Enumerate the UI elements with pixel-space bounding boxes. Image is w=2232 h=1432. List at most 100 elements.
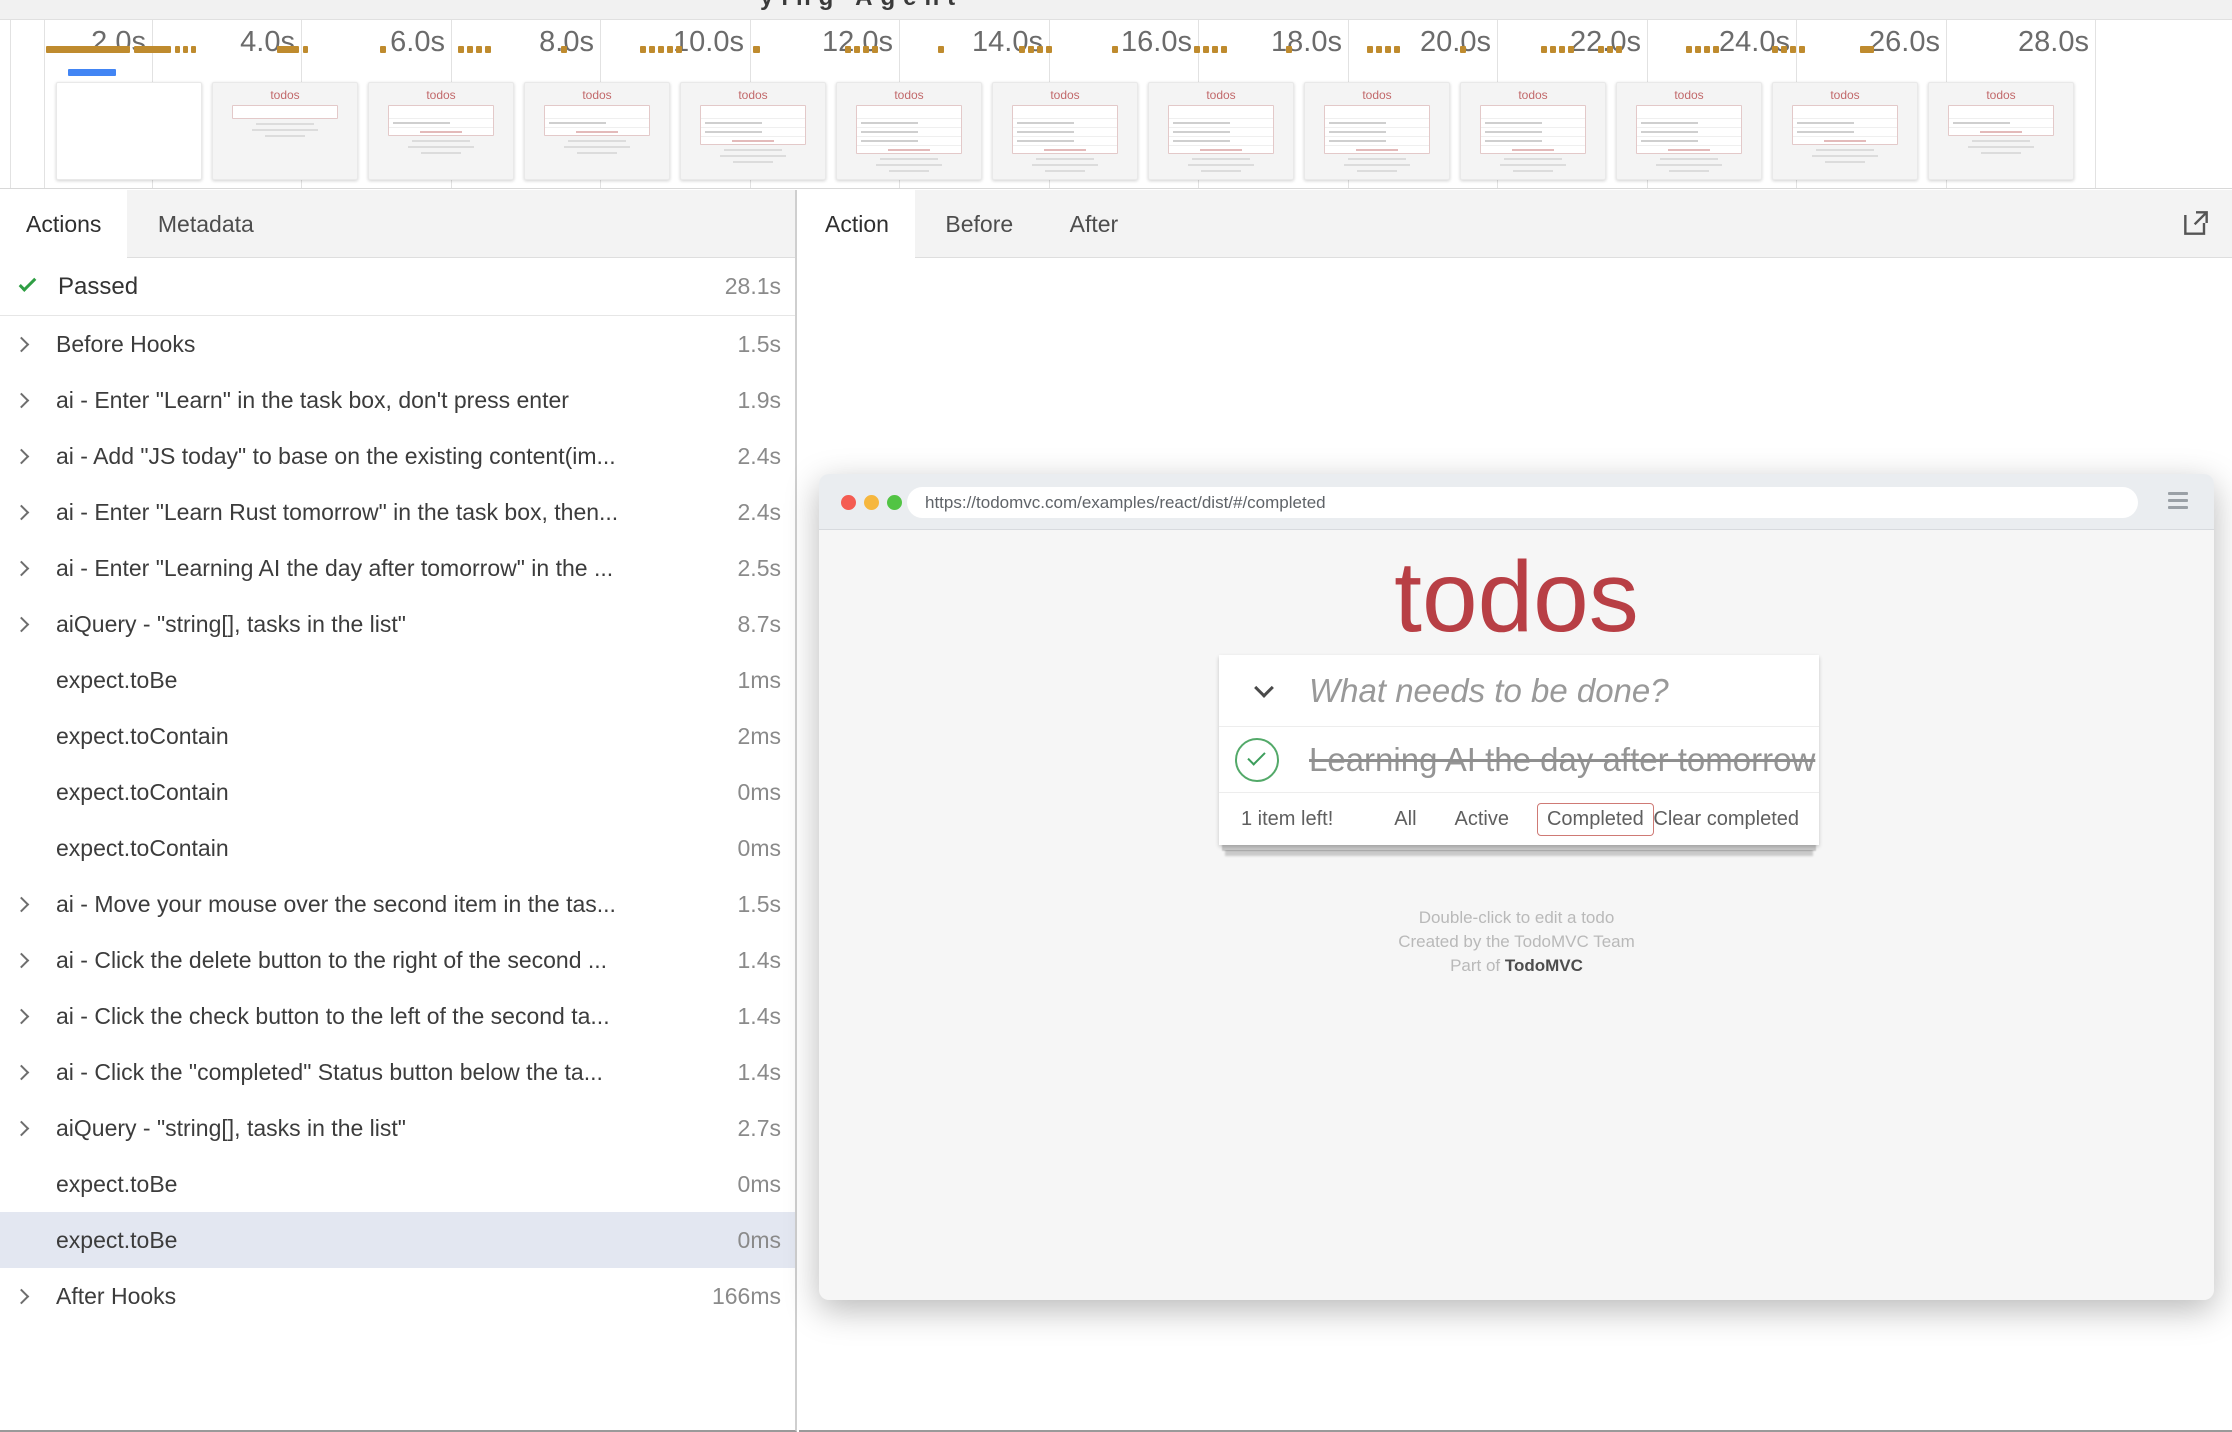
tab-actions[interactable]: Actions (0, 190, 127, 258)
thumbnail-input-box (1169, 106, 1274, 118)
tab-action[interactable]: Action (799, 190, 915, 258)
thumbnail-app-card (1636, 105, 1743, 154)
action-time-mark (753, 46, 760, 53)
todo-item-text[interactable]: Learning AI the day after tomorrow (1309, 741, 1815, 779)
snapshot-panel: Action Before After https://todomvc.com/… (799, 190, 2232, 1432)
action-duration: 8.7s (738, 611, 781, 638)
thumbnail-app-card (1792, 105, 1899, 145)
thumbnail-todos-title: todos (369, 88, 513, 102)
action-list-item[interactable]: ai - Add "JS today" to base on the exist… (0, 428, 795, 484)
filmstrip-thumbnail[interactable]: todos (368, 82, 514, 180)
action-time-mark (1616, 46, 1622, 53)
action-list-item[interactable]: aiQuery - "string[], tasks in the list"8… (0, 596, 795, 652)
action-list-item[interactable]: expect.toBe0ms (0, 1212, 795, 1268)
chevron-right-icon[interactable] (14, 952, 30, 968)
filmstrip-thumbnail[interactable]: todos (1148, 82, 1294, 180)
filmstrip-thumbnail[interactable]: todos (1304, 82, 1450, 180)
action-list-item[interactable]: ai - Click the check button to the left … (0, 988, 795, 1044)
filmstrip-thumbnail[interactable]: todos (992, 82, 1138, 180)
tab-metadata[interactable]: Metadata (132, 190, 280, 258)
action-list-item[interactable]: expect.toContain2ms (0, 708, 795, 764)
action-duration: 0ms (738, 1171, 781, 1198)
filmstrip-thumbnail[interactable]: todos (1928, 82, 2074, 180)
action-time-mark (658, 46, 664, 53)
action-list-item[interactable]: expect.toContain0ms (0, 764, 795, 820)
filmstrip-thumbnail[interactable]: todos (836, 82, 982, 180)
action-list-item[interactable]: ai - Move your mouse over the second ite… (0, 876, 795, 932)
filmstrip-thumbnail[interactable]: todos (524, 82, 670, 180)
new-todo-input[interactable]: What needs to be done? (1309, 672, 1819, 710)
chevron-right-icon[interactable] (14, 448, 30, 464)
chevron-right-icon[interactable] (14, 336, 30, 352)
filter-all[interactable]: All (1384, 803, 1426, 836)
action-list-item[interactable]: ai - Enter "Learn" in the task box, don'… (0, 372, 795, 428)
thumbnail-todos-title: todos (1305, 88, 1449, 102)
address-bar[interactable]: https://todomvc.com/examples/react/dist/… (907, 487, 2138, 518)
thumbnail-credit-line (1972, 140, 2030, 142)
thumbnail-credit-line (252, 129, 318, 131)
thumbnail-todos-title: todos (525, 88, 669, 102)
chevron-slot (16, 955, 56, 966)
action-time-mark (938, 46, 944, 53)
thumbnail-todos-title: todos (1929, 88, 2073, 102)
chevron-right-icon[interactable] (14, 504, 30, 520)
action-duration: 1.4s (738, 947, 781, 974)
chevron-right-icon[interactable] (14, 1288, 30, 1304)
filmstrip-thumbnail[interactable] (56, 82, 202, 180)
browser-menu-icon[interactable] (2168, 492, 2188, 513)
action-list-item[interactable]: aiQuery - "string[], tasks in the list"2… (0, 1100, 795, 1156)
chevron-right-icon[interactable] (14, 1064, 30, 1080)
action-time-mark (1212, 46, 1218, 53)
action-list-item[interactable]: ai - Click the "completed" Status button… (0, 1044, 795, 1100)
chevron-right-icon[interactable] (14, 616, 30, 632)
thumbnail-credit-line (876, 164, 942, 166)
todo-checked-icon[interactable] (1235, 738, 1279, 782)
action-list-item[interactable]: expect.toBe1ms (0, 652, 795, 708)
action-time-mark (1221, 46, 1227, 53)
thumbnail-credit-line (1504, 158, 1562, 160)
clear-completed-button[interactable]: Clear completed (1653, 808, 1799, 831)
action-list-item[interactable]: ai - Enter "Learn Rust tomorrow" in the … (0, 484, 795, 540)
action-label: ai - Enter "Learn Rust tomorrow" in the … (56, 499, 738, 526)
chevron-right-icon[interactable] (14, 560, 30, 576)
action-list-item[interactable]: ai - Enter "Learning AI the day after to… (0, 540, 795, 596)
snapshot-browser-window: https://todomvc.com/examples/react/dist/… (819, 474, 2214, 1300)
trace-timeline[interactable]: 2.0s4.0s6.0s8.0s10.0s12.0s14.0s16.0s18.0… (0, 20, 2232, 189)
open-external-icon[interactable] (2180, 207, 2212, 239)
thumbnail-credit-line (1192, 158, 1250, 160)
action-label: aiQuery - "string[], tasks in the list" (56, 611, 738, 638)
action-label: expect.toContain (56, 779, 738, 806)
filter-completed[interactable]: Completed (1537, 803, 1654, 836)
filmstrip-thumbnail[interactable]: todos (680, 82, 826, 180)
action-list-item[interactable]: Before Hooks1.5s (0, 316, 795, 372)
chevron-right-icon[interactable] (14, 392, 30, 408)
thumbnail-credit-line (564, 146, 630, 148)
action-time-mark (1112, 46, 1118, 53)
tab-before[interactable]: Before (919, 190, 1039, 258)
thumbnail-credit-line (1201, 170, 1241, 172)
filter-active[interactable]: Active (1445, 803, 1519, 836)
chevron-right-icon[interactable] (14, 1008, 30, 1024)
chevron-right-icon[interactable] (14, 1120, 30, 1136)
thumbnail-todos-title: todos (1617, 88, 1761, 102)
chevron-right-icon[interactable] (14, 896, 30, 912)
filmstrip-thumbnail[interactable]: todos (1772, 82, 1918, 180)
thumbnail-input-box (1949, 106, 2054, 118)
action-list-item[interactable]: expect.toContain0ms (0, 820, 795, 876)
thumbnail-app-card (388, 105, 495, 136)
toggle-all-chevron-icon[interactable] (1219, 687, 1309, 695)
action-time-mark (467, 46, 473, 53)
filmstrip-thumbnail[interactable]: todos (1460, 82, 1606, 180)
action-list-item[interactable]: ai - Click the delete button to the righ… (0, 932, 795, 988)
filmstrip-thumbnail[interactable]: todos (212, 82, 358, 180)
thumbnail-credit-line (1660, 158, 1718, 160)
filmstrip-thumbnail[interactable]: todos (1616, 82, 1762, 180)
thumbnail-todo-row (1637, 118, 1742, 127)
thumbnail-todo-row (1793, 127, 1898, 136)
thumbnail-todo-row (1325, 127, 1430, 136)
action-list-item[interactable]: After Hooks166ms (0, 1268, 795, 1324)
action-list-item[interactable]: expect.toBe0ms (0, 1156, 795, 1212)
action-time-mark (649, 46, 655, 53)
action-time-mark (191, 46, 196, 53)
tab-after[interactable]: After (1044, 190, 1145, 258)
